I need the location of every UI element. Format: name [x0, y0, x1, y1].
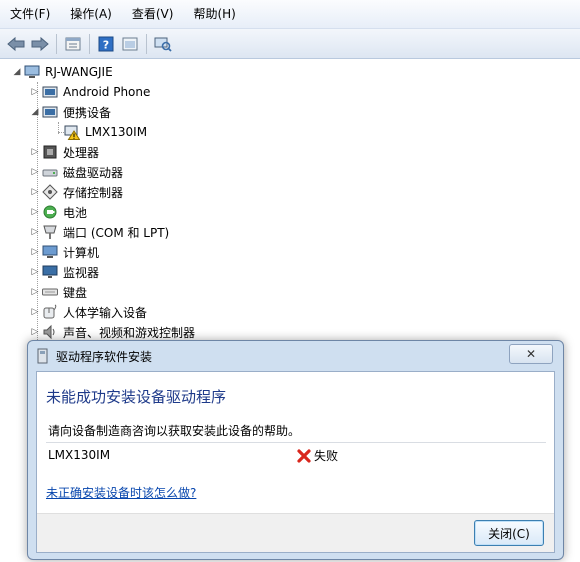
- tree-node-label: LMX130IM: [85, 125, 148, 139]
- disk-icon: [42, 164, 58, 180]
- expand-arrow-icon[interactable]: ▷: [30, 302, 40, 322]
- menu-view[interactable]: 查看(V): [122, 0, 184, 28]
- sound-icon: [42, 324, 58, 340]
- expand-arrow-icon[interactable]: ▷: [30, 242, 40, 262]
- tree-node-label: 计算机: [63, 245, 100, 260]
- svg-text:?: ?: [103, 38, 109, 51]
- tree-node-label: 存储控制器: [63, 185, 124, 200]
- expand-arrow-icon[interactable]: ▷: [30, 222, 40, 242]
- tree-node-label: 端口 (COM 和 LPT): [63, 225, 170, 240]
- tree-node-processors[interactable]: ▷ 处理器: [30, 142, 99, 162]
- help-link[interactable]: 未正确安装设备时该怎么做?: [46, 484, 196, 501]
- tree-node-label: 声音、视频和游戏控制器: [63, 325, 196, 340]
- hid-icon: [42, 304, 58, 320]
- device-icon: [42, 104, 58, 120]
- device-tree: ◢ RJ-WANGJIE ▷ Android Phone ◢ 便携设备 LMX1…: [0, 60, 580, 350]
- computer-root-icon: [24, 64, 40, 80]
- tree-node-hid[interactable]: ▷ 人体学输入设备: [30, 302, 147, 322]
- device-icon: [42, 84, 58, 100]
- battery-icon: [42, 204, 58, 220]
- device-name: LMX130IM: [48, 448, 111, 462]
- expand-arrow-icon[interactable]: ▷: [30, 322, 40, 342]
- tree-node-label: 监视器: [63, 265, 100, 280]
- tree-node-android-phone[interactable]: ▷ Android Phone: [30, 82, 151, 102]
- expand-arrow-icon[interactable]: ▷: [30, 142, 40, 162]
- toolbar-separator: [89, 33, 90, 54]
- expand-arrow-icon[interactable]: ▷: [30, 182, 40, 202]
- expand-arrow-icon[interactable]: ▷: [30, 202, 40, 222]
- expand-arrow-icon[interactable]: ▷: [30, 82, 40, 102]
- menu-action[interactable]: 操作(A): [60, 0, 122, 28]
- tree-node-lmx130im[interactable]: LMX130IM: [64, 122, 147, 142]
- tree-node-ports[interactable]: ▷ 端口 (COM 和 LPT): [30, 222, 169, 242]
- port-icon: [42, 224, 58, 240]
- expand-arrow-icon[interactable]: ▷: [30, 262, 40, 282]
- tree-node-label: Android Phone: [63, 85, 151, 99]
- expand-arrow-icon[interactable]: ▷: [30, 162, 40, 182]
- toolbar-separator: [56, 33, 57, 54]
- tree-node-disk-drives[interactable]: ▷ 磁盘驱动器: [30, 162, 123, 182]
- update-driver-icon[interactable]: [120, 34, 140, 54]
- install-status: 失败: [296, 447, 338, 464]
- tree-root[interactable]: ◢ RJ-WANGJIE: [12, 62, 113, 82]
- dialog-titlebar[interactable]: 驱动程序软件安装 ✕: [28, 341, 563, 371]
- tree-node-label: 磁盘驱动器: [63, 165, 124, 180]
- keyboard-icon: [42, 284, 58, 300]
- toolbar: ?: [0, 29, 580, 59]
- menu-file[interactable]: 文件(F): [0, 0, 60, 28]
- dialog-title: 驱动程序软件安装: [56, 349, 153, 364]
- scan-hardware-icon[interactable]: [153, 34, 173, 54]
- back-icon[interactable]: [6, 34, 26, 54]
- collapse-arrow-icon[interactable]: ◢: [30, 102, 40, 122]
- close-icon[interactable]: ✕: [509, 344, 553, 364]
- menu-help[interactable]: 帮助(H): [183, 0, 245, 28]
- tree-node-sound[interactable]: ▷ 声音、视频和游戏控制器: [30, 322, 195, 342]
- tree-node-label: 便携设备: [63, 105, 112, 120]
- menu-bar: 文件(F) 操作(A) 查看(V) 帮助(H): [0, 0, 580, 29]
- tree-node-label: 电池: [63, 205, 88, 220]
- warning-device-icon: [64, 124, 81, 140]
- tree-node-portable-devices[interactable]: ◢ 便携设备: [30, 102, 111, 122]
- fail-x-icon: [296, 448, 312, 464]
- tree-node-label: 处理器: [63, 145, 100, 160]
- driver-package-icon: [36, 348, 50, 364]
- tree-node-label: 键盘: [63, 285, 88, 300]
- dialog-footer: 关闭(C): [37, 513, 554, 552]
- dialog-message: 请向设备制造商咨询以获取安装此设备的帮助。: [48, 424, 301, 438]
- collapse-arrow-icon[interactable]: ◢: [12, 62, 22, 82]
- toolbar-separator: [146, 33, 147, 54]
- driver-install-dialog: 驱动程序软件安装 ✕ 未能成功安装设备驱动程序 请向设备制造商咨询以获取安装此设…: [27, 340, 564, 560]
- divider: [46, 442, 546, 443]
- tree-node-label: 人体学输入设备: [63, 305, 148, 320]
- monitor-icon: [42, 264, 58, 280]
- status-text: 失败: [314, 449, 339, 463]
- tree-node-keyboards[interactable]: ▷ 键盘: [30, 282, 87, 302]
- cpu-icon: [42, 144, 58, 160]
- properties-icon[interactable]: [63, 34, 83, 54]
- computer-icon: [42, 244, 58, 260]
- dialog-heading: 未能成功安装设备驱动程序: [46, 388, 227, 406]
- tree-node-monitors[interactable]: ▷ 监视器: [30, 262, 99, 282]
- expand-arrow-icon[interactable]: ▷: [30, 282, 40, 302]
- dialog-content: 未能成功安装设备驱动程序 请向设备制造商咨询以获取安装此设备的帮助。 LMX13…: [36, 371, 555, 553]
- close-button[interactable]: 关闭(C): [474, 520, 544, 546]
- help-icon[interactable]: ?: [96, 34, 116, 54]
- forward-icon[interactable]: [30, 34, 50, 54]
- tree-node-storage-controllers[interactable]: ▷ 存储控制器: [30, 182, 123, 202]
- storage-icon: [42, 184, 58, 200]
- tree-node-batteries[interactable]: ▷ 电池: [30, 202, 87, 222]
- tree-node-computer[interactable]: ▷ 计算机: [30, 242, 99, 262]
- tree-root-label: RJ-WANGJIE: [45, 65, 113, 79]
